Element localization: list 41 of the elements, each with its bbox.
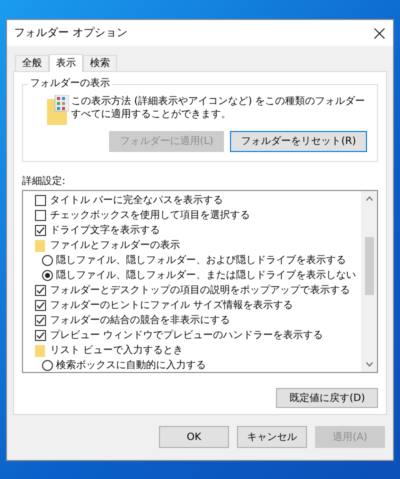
option-label: 検索ボックスに自動的に入力する — [56, 358, 206, 372]
radio-button[interactable] — [42, 270, 53, 281]
checkbox[interactable] — [35, 315, 46, 326]
chevron-up-icon[interactable] — [366, 196, 372, 201]
checkbox[interactable] — [35, 300, 46, 311]
folder-icon — [35, 240, 45, 252]
folder-icon — [35, 344, 45, 356]
option-label: プレビュー ウィンドウでプレビューのハンドラーを表示する — [50, 328, 324, 343]
window-title: フォルダー オプション — [14, 24, 128, 41]
folder-icon — [47, 95, 69, 125]
checkbox[interactable] — [35, 195, 46, 206]
checkbox[interactable] — [35, 225, 46, 236]
tab[interactable]: 全般 — [15, 55, 49, 71]
section-label: 詳細設定: — [22, 176, 66, 188]
group-label: リスト ビューで入力するとき — [50, 344, 184, 358]
restore-defaults-button[interactable]: 既定値に戻す(D) — [276, 388, 378, 408]
radio-button[interactable] — [42, 255, 53, 266]
option-label: フォルダーのヒントにファイル サイズ情報を表示する — [50, 298, 294, 313]
option-label: フォルダーとデスクトップの項目の説明をポップアップで表示する — [50, 284, 350, 298]
option-label: タイトル バーに完全なパスを表示する — [50, 194, 224, 208]
group-title: フォルダーの表示 — [28, 78, 112, 90]
radio-button[interactable] — [42, 360, 53, 371]
option-label: 隠しファイル、隠しフォルダー、または隠しドライブを表示しない — [56, 268, 356, 283]
scrollbar-thumb[interactable] — [364, 237, 374, 295]
checkbox[interactable] — [35, 330, 46, 341]
dialog-button[interactable]: キャンセル — [237, 426, 307, 448]
tab[interactable]: 表示 — [49, 54, 83, 72]
tab[interactable]: 検索 — [83, 55, 117, 71]
option-label: 隠しファイル、隠しフォルダー、および隠しドライブを表示する — [56, 254, 346, 268]
checkbox[interactable] — [35, 285, 46, 296]
chevron-down-icon[interactable] — [366, 362, 372, 367]
scrollbar[interactable] — [361, 191, 377, 372]
option-label: チェックボックスを使用して項目を選択する — [50, 209, 250, 223]
dialog-button[interactable]: OK — [159, 426, 229, 448]
description-text: この表示方法 (詳細表示やアイコンなど) をこの種類のフォルダーすべてに適用することができます。 — [71, 95, 366, 122]
group-label: ファイルとフォルダーの表示 — [50, 238, 180, 253]
checkbox[interactable] — [35, 210, 46, 221]
close-icon[interactable] — [374, 28, 385, 38]
option-label: ドライブ文字を表示する — [50, 224, 160, 238]
folder-button[interactable]: フォルダーをリセット(R) — [230, 131, 367, 152]
option-label: フォルダーの結合の競合を非表示にする — [50, 314, 230, 328]
